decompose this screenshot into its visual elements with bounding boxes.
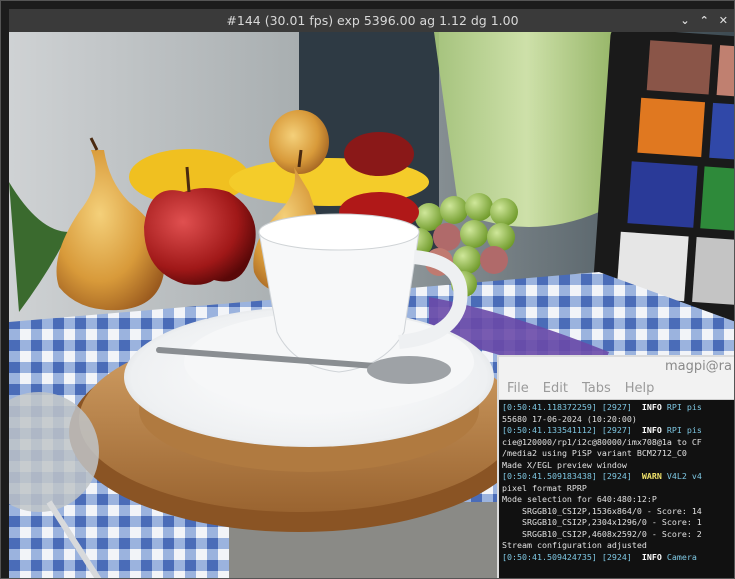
log-text: cie@120000/rp1/i2c@80000/imx708@1a to CF — [502, 436, 702, 447]
green-glass — [434, 32, 619, 227]
terminal-line: SRGGB10_CSI2P,4608x2592/0 - Score: 2 — [502, 528, 734, 541]
log-component: RPI pis — [666, 425, 702, 435]
log-level: WARN — [636, 471, 667, 481]
log-level: INFO — [636, 402, 667, 412]
log-level: INFO — [636, 425, 667, 435]
log-timestamp: [0:50:41.509183438] [2924] — [502, 471, 637, 481]
terminal-menubar: File Edit Tabs Help — [499, 377, 734, 400]
log-component: RPI pis — [666, 402, 702, 412]
terminal-line: [0:50:41.509183438] [2924] WARN V4L2 v4 — [502, 471, 734, 483]
log-text: Stream configuration adjusted — [502, 540, 647, 550]
window-title: #144 (30.01 fps) exp 5396.00 ag 1.12 dg … — [226, 13, 519, 28]
terminal-line: Mode selection for 640:480:12:P — [502, 494, 734, 506]
log-level: INFO — [636, 551, 667, 562]
terminal-line: cie@120000/rp1/i2c@80000/imx708@1a to CF — [502, 436, 734, 449]
terminal-line: Made X/EGL preview window — [502, 459, 734, 472]
terminal-line: Stream configuration adjusted — [502, 540, 734, 552]
log-component: V4L2 v4 — [666, 471, 702, 481]
terminal-output[interactable]: [0:50:41.118372259] [2927] INFO RPI pis 5… — [499, 400, 734, 565]
terminal-line: SRGGB10_CSI2P,2304x1296/0 - Score: 1 — [502, 517, 734, 529]
minimize-icon[interactable]: ⌄ — [680, 14, 689, 27]
terminal-title: magpi@ra — [499, 357, 734, 377]
camera-preview-window: #144 (30.01 fps) exp 5396.00 ag 1.12 dg … — [0, 0, 735, 579]
log-timestamp: [0:50:41.509424735] [2924] — [502, 551, 637, 562]
log-text: Made X/EGL preview window — [502, 459, 627, 470]
terminal-line: SRGGB10_CSI2P,1536x864/0 - Score: 14 — [502, 505, 734, 518]
log-component: Camera — [666, 551, 697, 562]
terminal-line: pixel format RPRP — [502, 482, 734, 495]
close-icon[interactable]: ✕ — [719, 14, 728, 27]
terminal-window[interactable]: magpi@ra File Edit Tabs Help [0:50:41.11… — [497, 355, 734, 578]
maximize-icon[interactable]: ⌃ — [700, 14, 709, 27]
terminal-line: [0:50:41.509424735] [2924] INFO Camera — [502, 551, 734, 564]
terminal-line: [0:50:41.118372259] [2927] INFO RPI pis — [502, 402, 734, 414]
menu-file[interactable]: File — [507, 381, 529, 396]
log-text: SRGGB10_CSI2P,4608x2592/0 - Score: 2 — [502, 528, 702, 539]
log-text: pixel format RPRP — [502, 482, 587, 493]
menu-tabs[interactable]: Tabs — [582, 381, 611, 396]
log-text: /media2 using PiSP variant BCM2712_C0 — [502, 448, 687, 458]
log-text: 55680 17-06-2024 (10:20:00) — [502, 413, 637, 424]
menu-edit[interactable]: Edit — [543, 381, 568, 396]
window-titlebar[interactable]: #144 (30.01 fps) exp 5396.00 ag 1.12 dg … — [9, 9, 734, 32]
terminal-line: /media2 using PiSP variant BCM2712_C0 — [502, 448, 734, 460]
log-text: Mode selection for 640:480:12:P — [502, 494, 657, 504]
terminal-line: [0:50:41.133541112] [2927] INFO RPI pis — [502, 425, 734, 437]
log-text: SRGGB10_CSI2P,1536x864/0 - Score: 14 — [502, 505, 702, 516]
terminal-line: 55680 17-06-2024 (10:20:00) — [502, 413, 734, 426]
window-controls: ⌄ ⌃ ✕ — [680, 9, 728, 32]
menu-help[interactable]: Help — [625, 381, 655, 396]
log-text: SRGGB10_CSI2P,2304x1296/0 - Score: 1 — [502, 517, 702, 527]
apple — [144, 188, 256, 285]
log-timestamp: [0:50:41.118372259] [2927] — [502, 402, 637, 412]
log-timestamp: [0:50:41.133541112] [2927] — [502, 425, 637, 435]
